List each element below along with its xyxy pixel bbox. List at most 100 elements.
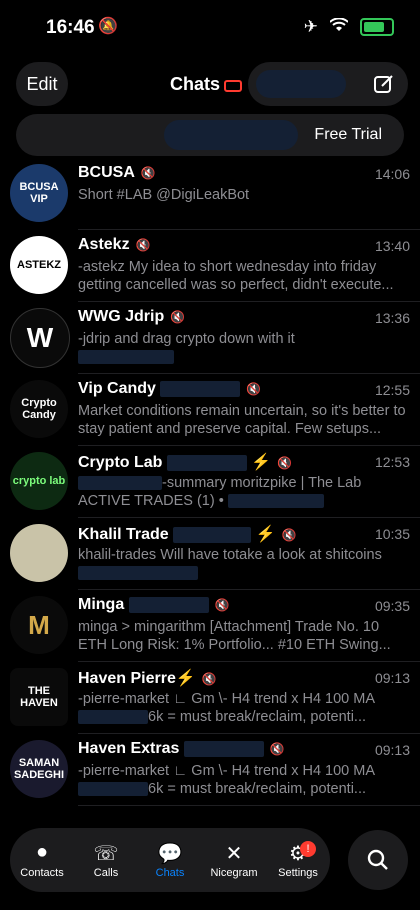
wifi-icon [329,17,349,37]
chat-bubble-icon: 💬 [157,843,183,865]
chat-time: 09:13 [374,742,410,758]
muted-icon: 🔇 [246,382,262,396]
chat-time: 10:35 [374,526,410,542]
redacted-block [164,120,298,150]
chat-name: Khalil Trade ⚡ 🔇 [78,526,297,543]
avatar: BCUSA VIP [10,164,68,222]
tab-label: Chats [155,867,185,879]
chat-time: 13:36 [374,310,410,326]
chat-row[interactable]: ASTEKZ Astekz 🔇 13:40 -astekz My idea to … [0,230,420,302]
chat-time: 14:06 [374,166,410,182]
chat-preview: minga > mingarithm [Attachment] Trade No… [78,619,391,653]
redacted-block [160,380,241,397]
muted-icon: 🔇 [269,742,285,756]
avatar: crypto lab [10,452,68,510]
phone-icon: ☏ [93,843,119,865]
chat-preview: -jdrip and drag crypto down with it [78,330,410,366]
recording-indicator-icon [224,80,242,92]
battery-icon [360,18,394,36]
chat-name: WWG Jdrip 🔇 [78,308,186,325]
chat-row[interactable]: Crypto Candy Vip Candy 🔇 12:55 Market co… [0,374,420,446]
redacted-block [78,710,148,725]
tab-calls[interactable]: ☏ Calls [74,841,138,879]
chat-time: 12:53 [374,454,410,470]
compose-icon[interactable] [374,74,394,99]
chat-time: 09:13 [374,670,410,686]
search-button[interactable] [348,830,408,890]
chat-time: 12:55 [374,382,410,398]
avatar: SAMAN SADEGHI [10,740,68,798]
status-bar: 16:46 🔕 ✈ [0,0,420,56]
avatar: THE HAVEN [10,668,68,726]
redacted-block [128,596,209,613]
muted-icon: 🔇 [277,456,293,470]
tab-contacts[interactable]: ● Contacts [10,841,74,879]
chat-name: Astekz 🔇 [78,236,151,253]
tab-settings[interactable]: ⚙ ! Settings [266,841,330,879]
chat-name: Haven Extras 🔇 [78,740,285,757]
chat-preview: Short #LAB @DigiLeakBot [78,187,250,203]
chat-name: Crypto Lab ⚡ 🔇 [78,454,293,471]
chat-row[interactable]: M Minga 🔇 09:35 minga > mingarithm [Atta… [0,590,420,662]
chat-preview: khalil-trades Will have totake a look at… [78,546,410,582]
page-title: Chats [170,74,221,94]
tab-label: Calls [93,867,119,879]
chat-preview: -pierre-market ∟ Gm \- H4 trend x H4 100… [78,691,375,725]
header: Edit Chats [0,56,420,112]
chat-row[interactable]: Khalil Trade ⚡ 🔇 10:35 khalil-trades Will… [0,518,420,590]
tab-chats[interactable]: 💬 Chats [138,841,202,879]
muted-icon: 🔇 [135,238,151,252]
redacted-block [78,350,174,365]
chat-list: BCUSA VIP BCUSA 🔇 14:06 Short #LAB @DigiL… [0,158,420,806]
avatar: ASTEKZ [10,236,68,294]
chat-time: 09:35 [374,598,410,614]
header-actions [248,62,408,106]
muted-icon: 🔇 [140,166,156,180]
bell-muted-icon: 🔕 [98,18,118,35]
chat-preview: -pierre-market ∟ Gm \- H4 trend x H4 100… [78,763,375,797]
muted-icon: 🔇 [170,310,186,324]
chat-name: Haven Pierre⚡ 🔇 [78,670,217,687]
redacted-block [78,566,198,581]
chat-preview: -astekz My idea to short wednesday into … [78,259,394,293]
avatar: W [10,308,70,368]
chat-name: Minga 🔇 [78,596,230,613]
notification-badge: ! [300,841,316,857]
chat-row[interactable]: THE HAVEN Haven Pierre⚡ 🔇 09:13 -pierre-m… [0,662,420,734]
search-icon [367,849,388,870]
redacted-block [227,494,324,509]
chat-preview: -summary moritzpike | The Lab ACTIVE TRAD… [78,475,362,509]
person-icon: ● [35,841,49,863]
tab-label: Contacts [20,867,64,879]
redacted-block [78,782,148,797]
tab-label: Settings [278,867,318,879]
chat-preview: Market conditions remain uncertain, so i… [78,403,406,437]
chat-row[interactable]: W WWG Jdrip 🔇 13:36 -jdrip and drag crypt… [0,302,420,374]
lightning-icon: ⚡ [255,526,276,543]
muted-icon: 🔇 [214,598,230,612]
chat-time: 13:40 [374,238,410,254]
tab-nicegram[interactable]: ✕ Nicegram [202,841,266,879]
redacted-block [166,454,247,471]
avatar [10,524,68,582]
redacted-block [78,476,162,491]
edit-button[interactable]: Edit [16,62,68,106]
tab-bar: ● Contacts ☏ Calls 💬 Chats ✕ Nicegram ⚙ … [10,828,330,892]
redacted-block [256,70,346,98]
search-bar[interactable]: Free Trial [16,114,404,156]
chat-row[interactable]: crypto lab Crypto Lab ⚡ 🔇 12:53 -summary … [0,446,420,518]
tab-label: Nicegram [210,867,258,879]
muted-icon: 🔇 [201,672,217,686]
redacted-block [183,740,264,757]
status-icons: ✈ [304,17,394,37]
free-trial-button[interactable]: Free Trial [314,126,382,144]
airplane-icon: ✈ [303,17,318,36]
redacted-block [173,526,252,543]
status-time: 16:46 [46,17,95,38]
lightning-icon: ⚡ [251,454,272,471]
chat-name: BCUSA 🔇 [78,164,156,181]
chat-row[interactable]: SAMAN SADEGHI Haven Extras 🔇 09:13 -pier… [0,734,420,806]
chat-row[interactable]: BCUSA VIP BCUSA 🔇 14:06 Short #LAB @DigiL… [0,158,420,230]
muted-icon: 🔇 [281,528,297,542]
chat-name: Vip Candy 🔇 [78,380,262,397]
